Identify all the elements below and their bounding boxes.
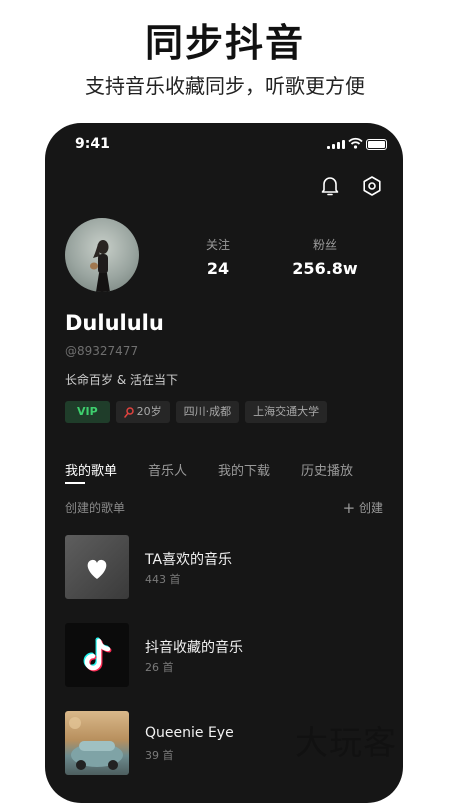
tab-history[interactable]: 历史播放 <box>301 460 353 479</box>
school-tag: 上海交通大学 <box>245 401 328 423</box>
heart-icon <box>87 559 107 579</box>
wifi-icon <box>348 137 363 149</box>
plus-icon: + <box>342 499 356 517</box>
location-tag: 四川·成都 <box>175 401 240 423</box>
watermark: 大玩客 <box>295 723 397 762</box>
status-time: 9:41 <box>75 136 110 152</box>
profile-tags: VIP 20岁 四川·成都 上海交通大学 <box>65 401 328 423</box>
create-label: 创建 <box>358 501 383 515</box>
vip-badge[interactable]: VIP <box>65 401 110 423</box>
playlist-item[interactable]: TA喜欢的音乐 443 首 <box>65 535 375 599</box>
followers-stat[interactable]: 粉丝 256.8w <box>280 236 370 278</box>
playlist-item[interactable]: 抖音收藏的音乐 26 首 <box>65 623 375 687</box>
created-playlists-header: 创建的歌单 + 创建 <box>65 499 383 517</box>
promo-title: 同步抖音 <box>144 21 305 65</box>
playlist-count: 443 首 <box>145 573 181 586</box>
section-title: 创建的歌单 <box>65 501 126 515</box>
phone-screen: 9:41 关注 24 粉丝 256.8w Dulululu @89327477 … <box>45 123 403 803</box>
settings-icon[interactable] <box>361 175 383 197</box>
playlist-count: 26 首 <box>145 661 174 674</box>
tiktok-logo-icon <box>83 637 112 672</box>
album-art-image <box>69 717 123 770</box>
promo-subtitle: 支持音乐收藏同步，听歌更方便 <box>85 74 365 98</box>
playlist-name: TA喜欢的音乐 <box>145 552 233 568</box>
create-playlist-button[interactable]: + 创建 <box>343 499 383 517</box>
playlist-count: 39 首 <box>145 749 174 762</box>
followers-label: 粉丝 <box>312 238 337 252</box>
age-tag: 20岁 <box>115 401 170 423</box>
tab-musicians[interactable]: 音乐人 <box>148 460 187 479</box>
username: Dulululu <box>65 311 164 335</box>
signal-icon <box>327 140 345 149</box>
following-label: 关注 <box>205 238 230 252</box>
playlist-name: Queenie Eye <box>145 725 234 741</box>
tab-my-playlists[interactable]: 我的歌单 <box>65 460 117 484</box>
tab-downloads[interactable]: 我的下载 <box>218 460 270 479</box>
battery-icon <box>366 139 387 150</box>
playlist-cover <box>65 535 129 599</box>
profile-tabs: 我的歌单 音乐人 我的下载 历史播放 <box>65 460 403 484</box>
playlist-cover <box>65 623 129 687</box>
playlist-cover <box>65 711 129 775</box>
age-label: 20岁 <box>136 405 162 418</box>
avatar[interactable] <box>65 218 139 292</box>
user-bio: 长命百岁 & 活在当下 <box>65 373 178 387</box>
user-handle: @89327477 <box>65 344 139 358</box>
followers-count: 256.8w <box>292 259 358 278</box>
following-count: 24 <box>206 259 230 278</box>
bell-icon[interactable] <box>320 175 340 197</box>
status-bar: 9:41 <box>45 123 403 167</box>
female-icon <box>123 406 134 418</box>
playlist-name: 抖音收藏的音乐 <box>145 640 243 656</box>
following-stat[interactable]: 关注 24 <box>173 236 263 278</box>
